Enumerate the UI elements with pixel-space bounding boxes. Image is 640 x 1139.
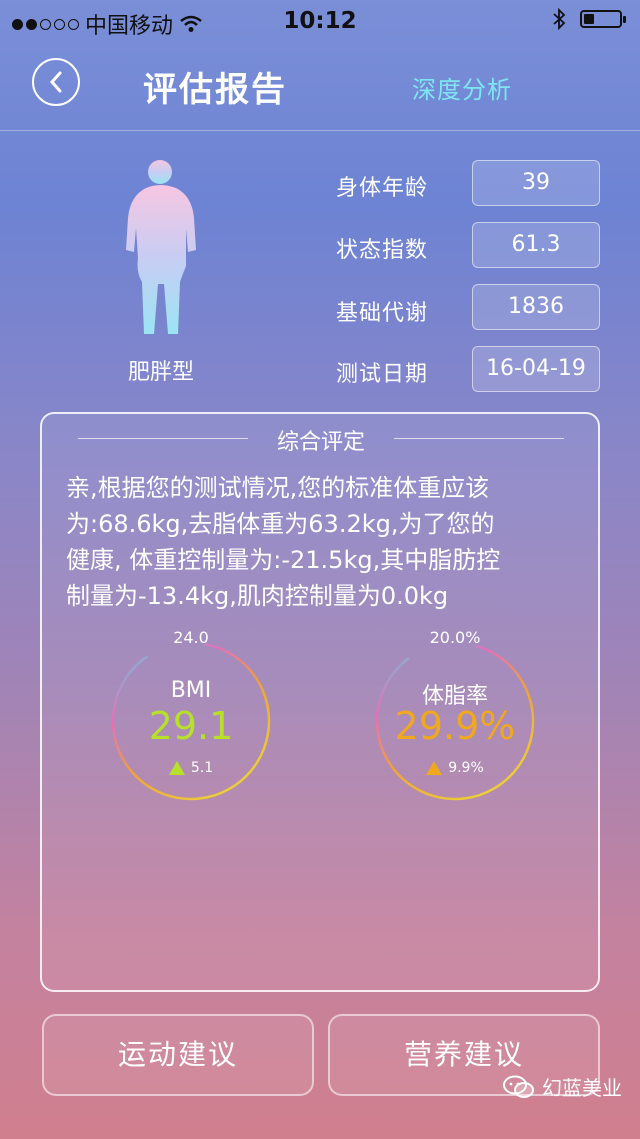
summary-text: 亲,根据您的测试情况,您的标准体重应该 为:68.6kg,去脂体重为63.2kg… [66, 470, 582, 614]
status-index-label: 状态指数 [336, 238, 429, 263]
summary-line: 亲,根据您的测试情况,您的标准体重应该 [66, 474, 490, 502]
bmi-delta-value: 5.1 [190, 760, 214, 776]
body-fat-gauge: 20.0% 体脂率 29.9% 9.9% [370, 628, 540, 806]
summary-line: 为:68.6kg,去脂体重为63.2kg,为了您的 [66, 510, 495, 538]
body-age-label: 身体年龄 [336, 176, 429, 201]
page-title: 评估报告 [143, 70, 287, 110]
body-age-value: 39 [472, 160, 600, 206]
wechat-icon [503, 1075, 534, 1098]
bmi-label: BMI [170, 678, 212, 703]
summary-card: 综合评定 亲,根据您的测试情况,您的标准体重应该 为:68.6kg,去脂体重为6… [40, 412, 600, 992]
summary-line: 健康, 体重控制量为:-21.5kg,其中脂肪控 [66, 546, 501, 574]
body-fat-standard: 20.0% [429, 628, 481, 647]
body-silhouette-icon [126, 160, 196, 334]
status-bar: 中国移动 10:12 [0, 0, 640, 44]
exercise-advice-button[interactable]: 运动建议 [42, 1014, 314, 1096]
body-fat-value: 29.9% [394, 704, 516, 748]
test-date-value: 16-04-19 [472, 346, 600, 392]
status-time: 10:12 [283, 8, 357, 34]
watermark: 幻蓝美业 [502, 1072, 622, 1101]
battery-icon [580, 10, 626, 28]
body-fat-delta: 9.9% [370, 760, 540, 776]
summary-header: 综合评定 [78, 424, 564, 455]
bmi-value: 29.1 [148, 704, 234, 748]
deep-analysis-link[interactable]: 深度分析 [412, 70, 512, 105]
back-button[interactable] [32, 58, 80, 106]
test-date-label: 测试日期 [336, 362, 429, 387]
basal-metabolism-value: 1836 [472, 284, 600, 330]
status-right [552, 8, 626, 30]
body-fat-delta-value: 9.9% [448, 760, 484, 776]
up-triangle-icon [426, 761, 443, 775]
bluetooth-icon [553, 8, 566, 30]
status-index-value: 61.3 [472, 222, 600, 268]
basal-metabolism-label: 基础代谢 [336, 301, 429, 326]
up-triangle-icon [168, 761, 185, 775]
chevron-left-icon [49, 71, 62, 93]
watermark-text: 幻蓝美业 [542, 1076, 622, 1100]
summary-title: 综合评定 [276, 430, 365, 455]
summary-line: 制量为-13.4kg,肌肉控制量为0.0kg [66, 582, 449, 610]
body-type-label: 肥胖型 [127, 360, 194, 385]
bmi-gauge: 24.0 BMI 29.1 5.1 [106, 628, 276, 806]
nav-bar: 评估报告 深度分析 [0, 44, 640, 131]
bmi-delta: 5.1 [106, 760, 276, 776]
bmi-standard: 24.0 [173, 628, 209, 647]
